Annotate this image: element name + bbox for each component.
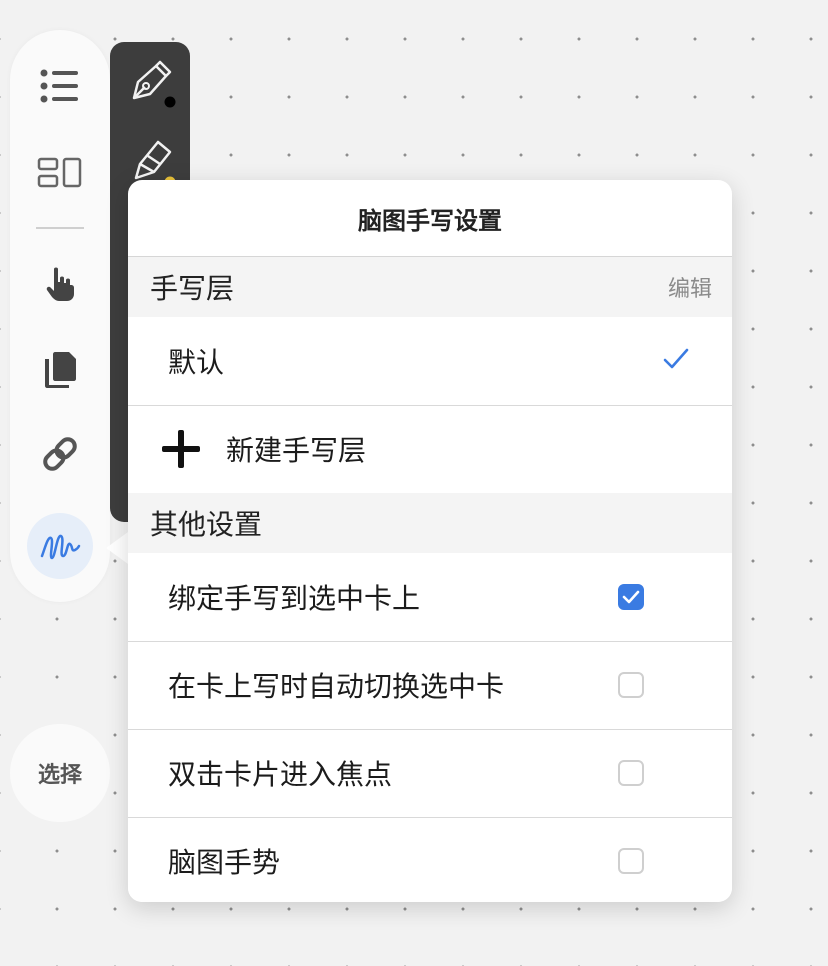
- new-layer-button[interactable]: 新建手写层: [128, 405, 732, 493]
- checkbox-empty-icon: [618, 848, 644, 874]
- setting-checkbox[interactable]: [618, 848, 644, 874]
- list-icon[interactable]: [34, 60, 86, 112]
- setting-label: 绑定手写到选中卡上: [168, 582, 421, 615]
- checkbox-empty-icon: [618, 672, 644, 698]
- plus-icon: [162, 430, 200, 468]
- other-settings-section-header: 其他设置: [128, 493, 732, 553]
- select-button-label: 选择: [37, 763, 82, 788]
- pen-color-dot: [164, 96, 176, 108]
- edit-layers-button[interactable]: 编辑: [668, 271, 712, 303]
- setting-row-bind-handwriting[interactable]: 绑定手写到选中卡上: [128, 553, 732, 641]
- toolbar-divider: [36, 227, 84, 229]
- setting-checkbox[interactable]: [618, 672, 644, 698]
- layers-section-header: 手写层 编辑: [128, 257, 732, 317]
- checkmark-icon: [662, 347, 690, 375]
- hand-pointer-icon[interactable]: [34, 258, 86, 310]
- select-button[interactable]: 选择: [10, 724, 110, 822]
- setting-label: 双击卡片进入焦点: [168, 758, 393, 791]
- link-icon[interactable]: [34, 428, 86, 480]
- left-toolbar: [10, 30, 110, 602]
- new-layer-label: 新建手写层: [226, 434, 367, 467]
- other-settings-title: 其他设置: [150, 508, 263, 541]
- setting-checkbox[interactable]: [618, 584, 644, 610]
- checkbox-empty-icon: [618, 760, 644, 786]
- checkbox-checked-icon: [618, 584, 644, 610]
- layers-section-title: 手写层: [150, 272, 235, 305]
- layer-label: 默认: [168, 346, 225, 379]
- setting-label: 在卡上写时自动切换选中卡: [168, 670, 505, 703]
- popover-pointer: [106, 532, 128, 564]
- setting-label: 脑图手势: [168, 846, 281, 879]
- layer-row-default[interactable]: 默认: [128, 317, 732, 405]
- setting-row-auto-switch[interactable]: 在卡上写时自动切换选中卡: [128, 641, 732, 729]
- pen-icon: [132, 60, 176, 108]
- copy-icon[interactable]: [34, 344, 86, 396]
- setting-row-double-tap-focus[interactable]: 双击卡片进入焦点: [128, 729, 732, 817]
- layout-icon[interactable]: [34, 147, 86, 199]
- setting-checkbox[interactable]: [618, 760, 644, 786]
- handwriting-icon[interactable]: [27, 513, 93, 579]
- handwriting-settings-popover: 脑图手写设置 手写层 编辑 默认 新建手写层 其他设置 绑定手写到选中卡上 在卡…: [128, 180, 732, 902]
- popover-title: 脑图手写设置: [128, 180, 732, 257]
- setting-row-mindmap-gestures[interactable]: 脑图手势: [128, 817, 732, 902]
- pen-tool[interactable]: [126, 54, 178, 114]
